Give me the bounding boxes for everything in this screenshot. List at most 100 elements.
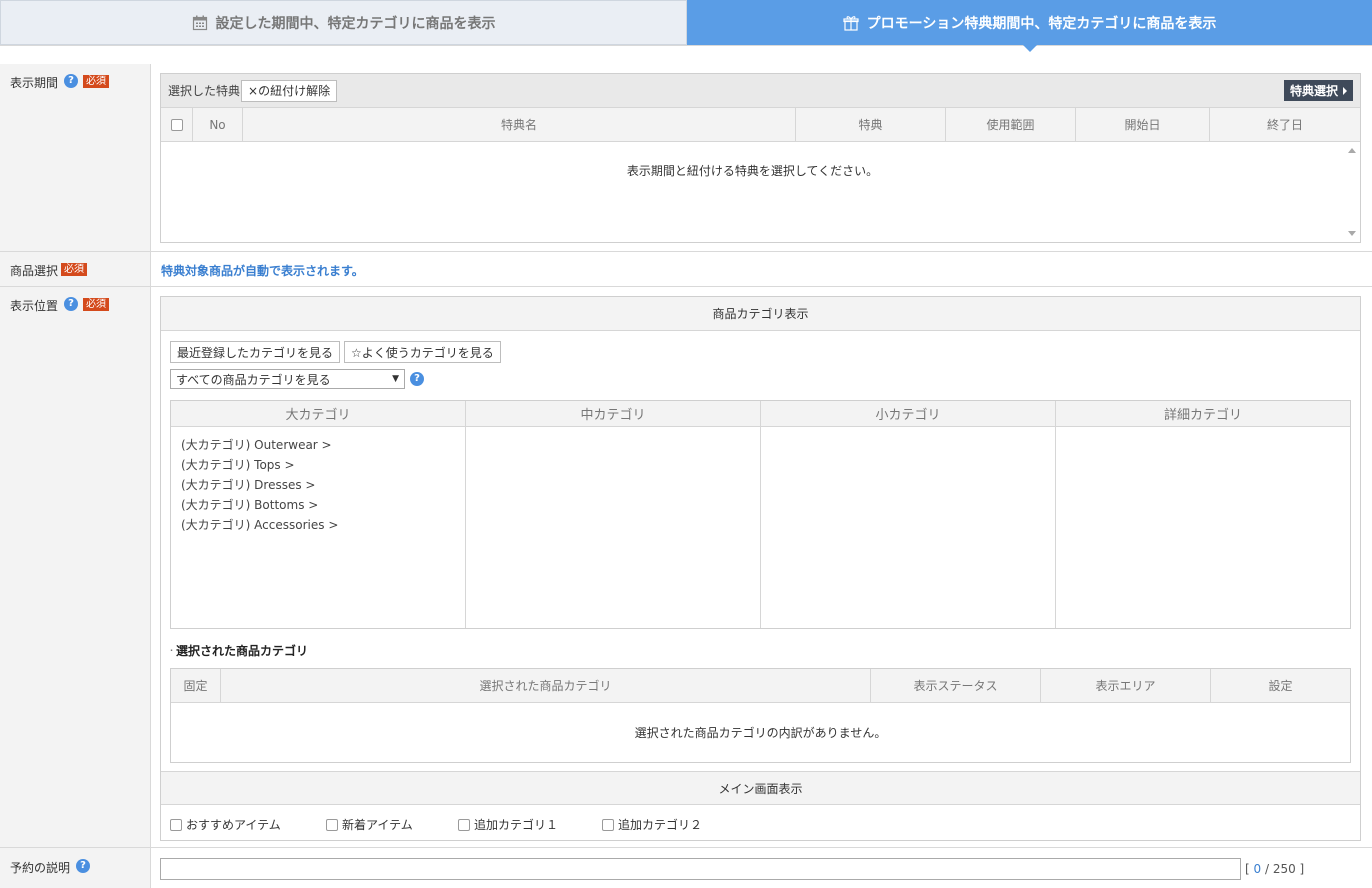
tab-label: 設定した期間中、特定カテゴリに商品を表示 <box>215 15 496 32</box>
category-item[interactable]: (大カテゴリ) Tops > <box>181 455 455 475</box>
col-header: 詳細カテゴリ <box>1056 401 1350 427</box>
main-display-options: おすすめアイテム 新着アイテム 追加カテゴリ１ 追加カテゴリ２ <box>170 816 702 833</box>
selected-empty-message: 選択された商品カテゴリの内訳がありません。 <box>634 726 887 740</box>
description-input[interactable] <box>160 858 1241 880</box>
col-header: 表示エリア <box>1041 669 1211 702</box>
col-header: 選択された商品カテゴリ <box>221 669 871 702</box>
tab-period-category[interactable]: 設定した期間中、特定カテゴリに商品を表示 <box>0 0 687 45</box>
select-benefit-button[interactable]: 特典選択 <box>1283 80 1353 101</box>
col-header: 特典名 <box>243 108 796 141</box>
category-browser: 大カテゴリ (大カテゴリ) Outerwear > (大カテゴリ) Tops >… <box>170 400 1351 629</box>
option-extra-category-1[interactable]: 追加カテゴリ１ <box>458 816 602 833</box>
help-icon[interactable]: ? <box>64 74 79 88</box>
col-header: 特典 <box>796 108 946 141</box>
category-item[interactable]: (大カテゴリ) Outerwear > <box>181 435 455 455</box>
benefit-table-body: 表示期間と紐付ける特典を選択してください。 <box>161 142 1360 242</box>
option-checkbox[interactable] <box>602 818 614 831</box>
help-icon[interactable]: ? <box>76 859 91 873</box>
row-reservation-description: 予約の説明 ? [ 0 / 250 ] <box>0 848 1372 888</box>
col-header: 設定 <box>1268 679 1293 693</box>
gift-icon <box>843 15 859 31</box>
char-counter: [ 0 / 250 ] <box>1245 862 1305 876</box>
selected-category-title: · 選択された商品カテゴリ <box>170 642 308 659</box>
category-select-wrap: すべての商品カテゴリを見る ▼ ? <box>170 369 424 389</box>
scroll-down-icon[interactable] <box>1348 231 1356 236</box>
category-select[interactable]: すべての商品カテゴリを見る ▼ <box>170 369 405 389</box>
tab-label: プロモーション特典期間中、特定カテゴリに商品を表示 <box>866 15 1217 32</box>
row-label-text: 予約の説明 <box>10 861 71 875</box>
col-header: 大カテゴリ <box>171 401 465 427</box>
required-badge: 必須 <box>83 298 110 311</box>
calendar-icon <box>192 15 207 30</box>
frequent-categories-button[interactable]: ☆よく使うカテゴリを見る <box>344 341 501 363</box>
row-label: 表示期間 ? 必須 <box>0 64 151 251</box>
option-checkbox[interactable] <box>170 818 182 831</box>
row-product-selection: 商品選択 必須 特典対象商品が自動で表示されます。 <box>0 252 1372 287</box>
category-select-value: すべての商品カテゴリを見る <box>176 372 331 387</box>
recent-categories-button[interactable]: 最近登録したカテゴリを見る <box>170 341 341 363</box>
scroll-up-icon[interactable] <box>1348 148 1356 153</box>
tab-promotion-category[interactable]: プロモーション特典期間中、特定カテゴリに商品を表示 <box>687 0 1372 52</box>
option-label: 追加カテゴリ２ <box>618 818 703 832</box>
help-icon[interactable]: ? <box>410 372 424 386</box>
select-benefit-label: 特典選択 <box>1289 84 1338 98</box>
char-count-current: 0 <box>1253 862 1262 876</box>
option-extra-category-2[interactable]: 追加カテゴリ２ <box>602 816 702 833</box>
empty-message: 表示期間と紐付ける特典を選択してください。 <box>626 164 879 178</box>
category-item[interactable]: (大カテゴリ) Bottoms > <box>181 495 455 515</box>
row-label: 予約の説明 ? <box>0 848 151 888</box>
minor-category-column: 小カテゴリ <box>761 401 1056 628</box>
help-icon[interactable]: ? <box>64 297 79 311</box>
col-header: 使用範囲 <box>946 108 1076 141</box>
caret-right-icon <box>1343 86 1347 95</box>
required-badge: 必須 <box>61 263 88 276</box>
row-display-period: 表示期間 ? 必須 選択した特典 ×の紐付け解除 特典選択 No 特典名 特典 … <box>0 64 1372 252</box>
auto-display-message: 特典対象商品が自動で表示されます。 <box>161 264 364 278</box>
selected-table-header: 固定 選択された商品カテゴリ 表示ステータス 表示エリア 設定 <box>171 669 1350 703</box>
select-all-checkbox[interactable] <box>170 118 183 131</box>
category-buttons: 最近登録したカテゴリを見る ☆よく使うカテゴリを見る <box>170 341 501 363</box>
col-header: 開始日 <box>1076 108 1210 141</box>
benefit-table: 選択した特典 ×の紐付け解除 特典選択 No 特典名 特典 使用範囲 開始日 終… <box>160 73 1361 243</box>
option-recommended[interactable]: おすすめアイテム <box>170 816 326 833</box>
detail-category-column: 詳細カテゴリ <box>1056 401 1350 628</box>
required-badge: 必須 <box>83 75 110 88</box>
row-label: 表示位置 ? 必須 <box>0 287 151 847</box>
col-header: 終了日 <box>1266 118 1303 132</box>
benefit-toolbar: 選択した特典 ×の紐付け解除 特典選択 <box>161 74 1360 108</box>
category-item[interactable]: (大カテゴリ) Accessories > <box>181 515 455 535</box>
col-header: 小カテゴリ <box>761 401 1055 427</box>
selected-category-table: 固定 選択された商品カテゴリ 表示ステータス 表示エリア 設定 選択された商品カ… <box>170 668 1351 763</box>
main-section-title: メイン画面表示 <box>161 771 1360 805</box>
selected-title-text: 選択された商品カテゴリ <box>176 644 309 658</box>
col-header: 中カテゴリ <box>466 401 760 427</box>
toolbar-label: 選択した特典 <box>168 84 241 98</box>
col-header: No <box>193 108 243 141</box>
major-category-list: (大カテゴリ) Outerwear > (大カテゴリ) Tops > (大カテゴ… <box>171 427 465 543</box>
option-label: おすすめアイテム <box>186 818 281 832</box>
tab-bar: 設定した期間中、特定カテゴリに商品を表示 プロモーション特典期間中、特定カテゴリ… <box>0 0 1372 52</box>
row-label-text: 表示期間 <box>10 76 59 90</box>
option-checkbox[interactable] <box>458 818 470 831</box>
char-count-max: 250 <box>1272 862 1296 876</box>
category-section-title: 商品カテゴリ表示 <box>161 297 1360 331</box>
row-label-text: 表示位置 <box>10 299 59 313</box>
dropdown-arrow-icon: ▼ <box>392 374 399 384</box>
select-all-cell <box>161 108 193 141</box>
unlink-button[interactable]: ×の紐付け解除 <box>241 79 338 102</box>
row-display-position: 表示位置 ? 必須 商品カテゴリ表示 最近登録したカテゴリを見る ☆よく使うカテ… <box>0 287 1372 848</box>
option-new-arrivals[interactable]: 新着アイテム <box>326 816 458 833</box>
row-label-text: 商品選択 <box>10 264 59 278</box>
col-header: 固定 <box>171 669 221 702</box>
benefit-table-header: No 特典名 特典 使用範囲 開始日 終了日 <box>161 108 1360 142</box>
option-label: 追加カテゴリ１ <box>474 818 559 832</box>
option-label: 新着アイテム <box>342 818 413 832</box>
middle-category-column: 中カテゴリ <box>466 401 761 628</box>
option-checkbox[interactable] <box>326 818 338 831</box>
category-item[interactable]: (大カテゴリ) Dresses > <box>181 475 455 495</box>
scrollbar[interactable] <box>1344 142 1360 242</box>
row-label: 商品選択 必須 <box>0 252 151 286</box>
major-category-column: 大カテゴリ (大カテゴリ) Outerwear > (大カテゴリ) Tops >… <box>171 401 466 628</box>
bullet-icon: · <box>170 646 174 655</box>
col-header: 表示ステータス <box>871 669 1041 702</box>
